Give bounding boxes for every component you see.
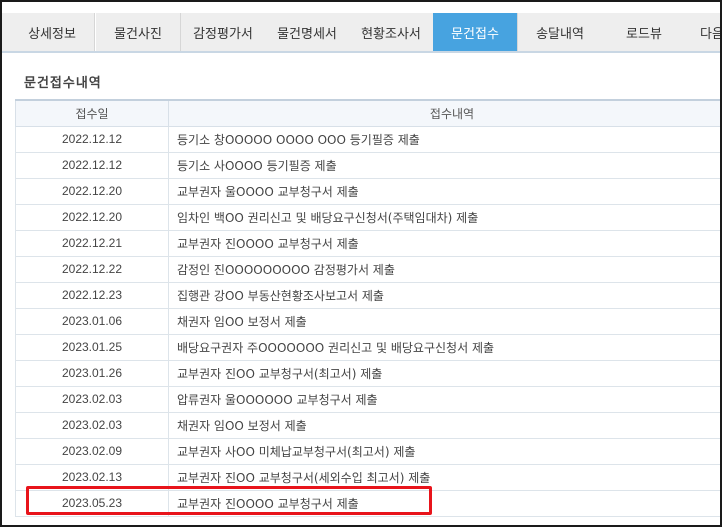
tab-delivery[interactable]: 송달내역 bbox=[518, 13, 603, 51]
row-date: 2022.12.22 bbox=[15, 256, 169, 283]
row-date: 2022.12.12 bbox=[15, 152, 169, 179]
row-date: 2023.01.06 bbox=[15, 308, 169, 335]
table-row: 2022.12.21 교부권자 진OOOO 교부청구서 제출 bbox=[15, 230, 720, 257]
tab-appraisal[interactable]: 감정평가서 bbox=[181, 13, 266, 51]
row-content: 등기소 창OOOOO OOOO OOO 등기필증 제출 bbox=[168, 126, 720, 153]
table-row-highlighted: 2023.05.23 교부권자 진OOOO 교부청구서 제출 bbox=[15, 490, 720, 517]
page-frame: 상세정보 물건사진 감정평가서 물건명세서 현황조사서 문건접수 송달내역 로드… bbox=[0, 0, 722, 527]
table-row: 2023.02.03 채권자 임OO 보정서 제출 bbox=[15, 412, 720, 439]
row-content: 감정인 진OOOOOOOOO 감정평가서 제출 bbox=[168, 256, 720, 283]
row-date: 2023.02.09 bbox=[15, 438, 169, 465]
row-date: 2022.12.20 bbox=[15, 178, 169, 205]
table-row: 2022.12.23 집행관 강OO 부동산현황조사보고서 제출 bbox=[15, 282, 720, 309]
section-title: 문건접수내역 bbox=[24, 76, 102, 91]
table-row: 2022.12.12 등기소 창OOOOO OOOO OOO 등기필증 제출 bbox=[15, 126, 720, 153]
row-content: 교부권자 울OOOO 교부청구서 제출 bbox=[168, 178, 720, 205]
table-row: 2023.02.13 교부권자 진OO 교부청구서(세외수입 최고서) 제출 bbox=[15, 464, 720, 491]
row-content: 임차인 백OO 권리신고 및 배당요구신청서(주택임대차) 제출 bbox=[168, 204, 720, 231]
table-row: 2022.12.12 등기소 사OOOO 등기필증 제출 bbox=[15, 152, 720, 179]
tab-divider bbox=[2, 51, 720, 53]
table-row: 2022.12.20 임차인 백OO 권리신고 및 배당요구신청서(주택임대차) … bbox=[15, 204, 720, 231]
tab-specification[interactable]: 물건명세서 bbox=[265, 13, 350, 51]
row-date: 2023.01.26 bbox=[15, 360, 169, 387]
table-row: 2022.12.22 감정인 진OOOOOOOOO 감정평가서 제출 bbox=[15, 256, 720, 283]
column-header-date: 접수일 bbox=[15, 99, 169, 127]
row-content: 교부권자 진OO 교부청구서(세외수입 최고서) 제출 bbox=[168, 464, 720, 491]
tab-photos[interactable]: 물건사진 bbox=[96, 13, 181, 51]
row-date: 2023.02.03 bbox=[15, 386, 169, 413]
row-content: 교부권자 진OOOO 교부청구서 제출 bbox=[168, 490, 720, 517]
tab-status-report[interactable]: 현황조사서 bbox=[349, 13, 434, 51]
row-content: 채권자 임OO 보정서 제출 bbox=[168, 412, 720, 439]
row-date: 2023.01.25 bbox=[15, 334, 169, 361]
tab-roadview[interactable]: 로드뷰 bbox=[602, 13, 687, 51]
row-content: 배당요구권자 주OOOOOOO 권리신고 및 배당요구신청서 제출 bbox=[168, 334, 720, 361]
row-date: 2022.12.21 bbox=[15, 230, 169, 257]
table-row: 2022.12.20 교부권자 울OOOO 교부청구서 제출 bbox=[15, 178, 720, 205]
tab-documents[interactable]: 문건접수 bbox=[433, 13, 518, 51]
table-row: 2023.02.09 교부권자 사OO 미체납교부청구서(최고서) 제출 bbox=[15, 438, 720, 465]
row-date: 2023.02.13 bbox=[15, 464, 169, 491]
table-row: 2023.01.06 채권자 임OO 보정서 제출 bbox=[15, 308, 720, 335]
table-row: 2023.01.25 배당요구권자 주OOOOOOO 권리신고 및 배당요구신청서… bbox=[15, 334, 720, 361]
tab-bar: 상세정보 물건사진 감정평가서 물건명세서 현황조사서 문건접수 송달내역 로드… bbox=[2, 13, 720, 51]
table-header-row: 접수일 접수내역 bbox=[15, 99, 720, 127]
row-content: 교부권자 진OO 교부청구서(최고서) 제출 bbox=[168, 360, 720, 387]
row-content: 채권자 임OO 보정서 제출 bbox=[168, 308, 720, 335]
row-date: 2022.12.20 bbox=[15, 204, 169, 231]
tab-detail-info[interactable]: 상세정보 bbox=[10, 13, 95, 51]
row-date: 2022.12.23 bbox=[15, 282, 169, 309]
row-content: 교부권자 진OOOO 교부청구서 제출 bbox=[168, 230, 720, 257]
row-content: 압류권자 울OOOOOO 교부청구서 제출 bbox=[168, 386, 720, 413]
row-date: 2023.02.03 bbox=[15, 412, 169, 439]
row-date: 2022.12.12 bbox=[15, 126, 169, 153]
row-content: 교부권자 사OO 미체납교부청구서(최고서) 제출 bbox=[168, 438, 720, 465]
documents-table: 접수일 접수내역 2022.12.12 등기소 창OOOOO OOOO OOO 등… bbox=[15, 99, 720, 517]
row-content: 집행관 강OO 부동산현황조사보고서 제출 bbox=[168, 282, 720, 309]
row-date: 2023.05.23 bbox=[15, 490, 169, 517]
column-header-content: 접수내역 bbox=[168, 99, 720, 127]
table-row: 2023.01.26 교부권자 진OO 교부청구서(최고서) 제출 bbox=[15, 360, 720, 387]
tab-next[interactable]: 다음 bbox=[686, 13, 720, 51]
row-content: 등기소 사OOOO 등기필증 제출 bbox=[168, 152, 720, 179]
table-row: 2023.02.03 압류권자 울OOOOOO 교부청구서 제출 bbox=[15, 386, 720, 413]
